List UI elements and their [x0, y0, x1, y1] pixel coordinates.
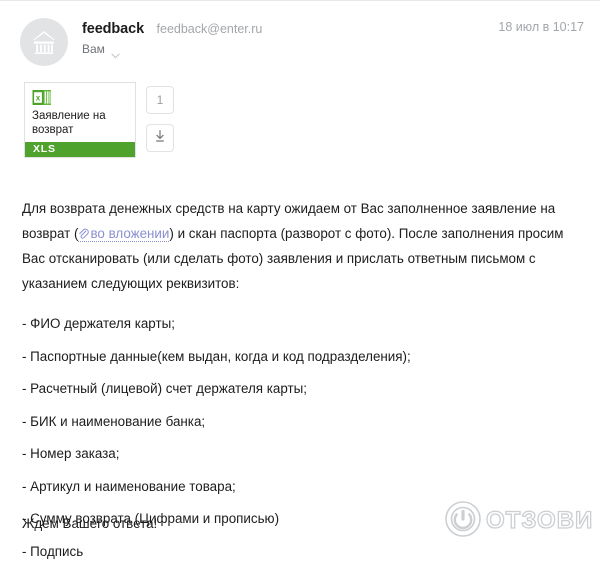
download-all-button[interactable] [146, 124, 174, 152]
sender-name[interactable]: feedback [82, 21, 144, 37]
list-item: - Номер заказа; [22, 446, 120, 461]
list-item: - Подпись [22, 543, 84, 559]
message-date: 18 июл в 10:17 [498, 20, 584, 34]
body-paragraph: Для возврата денежных средств на карту о… [22, 196, 578, 296]
requirements-list: - ФИО держателя карты; - Паспортные данн… [22, 312, 578, 572]
attachment-file-name: Заявление на возврат [32, 110, 106, 136]
recipient-toggle[interactable]: Вам [82, 42, 120, 59]
list-item: - БИК и наименование банка; [22, 413, 206, 429]
attachment-extension-badge: XLS [25, 142, 135, 157]
attachment-count-button[interactable]: 1 [146, 86, 174, 114]
shopping-basket-icon [30, 29, 58, 55]
paperclip-icon [78, 223, 90, 239]
attachment-card[interactable]: x Заявление на возврат XLS [24, 82, 136, 158]
attachment-count-label: 1 [156, 93, 164, 107]
list-item: - Артикул и наименование товара; [22, 478, 236, 494]
message-body: Для возврата денежных средств на карту о… [22, 196, 578, 296]
download-arrow-icon [152, 128, 168, 149]
excel-file-icon: x [32, 88, 52, 108]
attachment-zone: x Заявление на возврат XLS 1 [0, 82, 600, 164]
closing-line: Ждем Вашего ответа! [22, 516, 158, 531]
recipient-label: Вам [82, 42, 105, 56]
svg-text:x: x [36, 93, 41, 102]
list-item: - Расчетный (лицевой) счет держателя кар… [22, 381, 307, 396]
folded-corner [123, 83, 135, 84]
sender-info: feedback feedback@enter.ru [82, 20, 262, 38]
attachment-inline-link-label: во вложении [90, 226, 170, 241]
sender-email[interactable]: feedback@enter.ru [157, 22, 263, 36]
chevron-down-icon [111, 46, 120, 59]
top-divider [0, 0, 600, 1]
message-header: feedback feedback@enter.ru Вам 18 июл в … [0, 14, 600, 72]
attachment-inline-link[interactable]: во вложении [78, 223, 170, 242]
avatar [20, 18, 68, 66]
list-item: - ФИО держателя карты; [22, 316, 175, 331]
list-item: - Паспортные данные(кем выдан, когда и к… [22, 348, 411, 364]
